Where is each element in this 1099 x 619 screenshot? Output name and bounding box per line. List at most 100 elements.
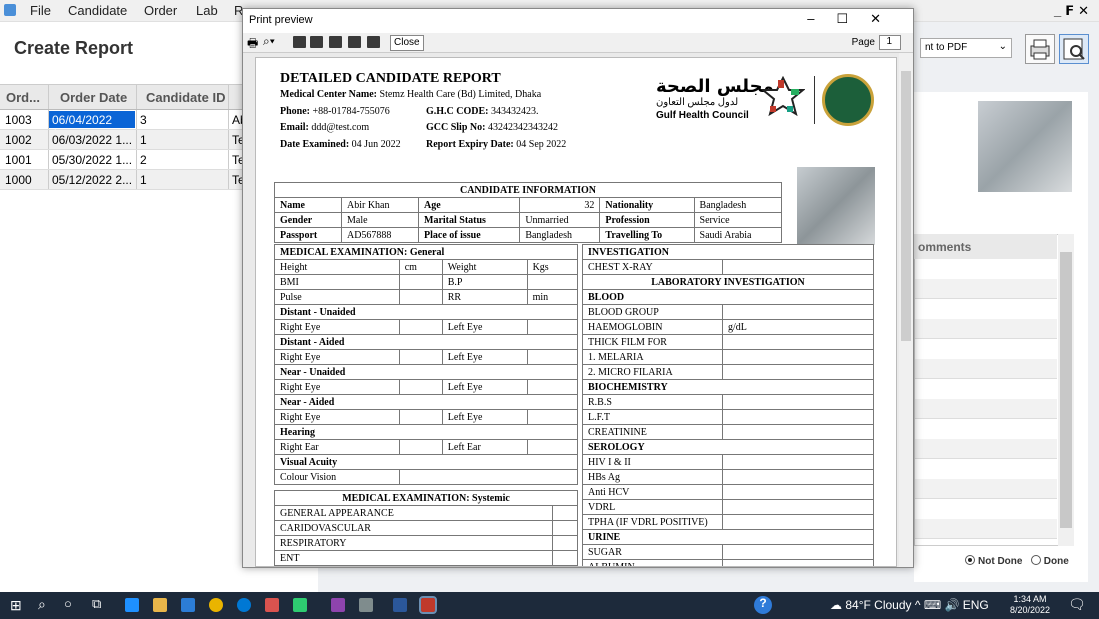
zoom-icon[interactable]: ⌕▾ [263, 34, 275, 49]
cell: URINE [582, 529, 874, 545]
cell: Age [417, 197, 521, 213]
taskbar: ⊞ ⌕ ○ ⧉ ? ☁ 84°F Cloudy ^ ⌨ 🔊 ENG 1:34 A… [0, 592, 1099, 619]
cell: SUGAR [582, 544, 723, 560]
cell [398, 469, 579, 485]
cell: Pulse [274, 289, 400, 305]
cell: CREATININE [582, 424, 723, 440]
cell [722, 364, 874, 380]
cortana-icon[interactable]: ○ [64, 596, 72, 611]
col-candidate-id[interactable]: Candidate ID [146, 90, 225, 105]
cell [526, 349, 579, 365]
status-radio-group: Not Done Done [965, 555, 1069, 567]
report-title: DETAILED CANDIDATE REPORT [280, 71, 501, 86]
four-pages-icon[interactable] [348, 36, 361, 48]
center-value: Stemz Health Care (Bd) Limited, Dhaka [379, 89, 542, 100]
cell [722, 499, 874, 515]
cell: Right Eye [274, 319, 400, 335]
cell: cm [398, 259, 443, 275]
cell: BIOCHEMISTRY [582, 379, 874, 395]
menu-candidate[interactable]: Candidate [68, 3, 127, 18]
comments-scrollbar[interactable] [1058, 234, 1074, 546]
cell: HAEMOGLOBIN [582, 319, 723, 335]
chrome-icon[interactable] [209, 598, 223, 612]
app-icon[interactable] [293, 598, 307, 612]
close-button[interactable]: Close [390, 35, 424, 51]
cell [722, 349, 874, 365]
notification-icon[interactable]: 🗨 [1068, 596, 1086, 613]
cell: RR [441, 289, 528, 305]
time: 1:34 AM [1013, 594, 1047, 604]
help-icon[interactable]: ? [754, 596, 772, 614]
col-order-date[interactable]: Order Date [60, 90, 127, 105]
report-app-icon[interactable] [419, 596, 437, 614]
systemic-exam-table: MEDICAL EXAMINATION: Systemic GENERAL APP… [273, 490, 578, 566]
menu-file[interactable]: File [30, 3, 51, 18]
radio-not-done[interactable]: Not Done [965, 555, 1022, 567]
language: ENG [962, 598, 989, 612]
cell: Left Eye [441, 409, 528, 425]
page-label: Page [851, 37, 875, 48]
ghc-value: 343432423. [491, 106, 539, 117]
cell: THICK FILM FOR [582, 334, 723, 350]
mail-icon[interactable] [181, 598, 195, 612]
list-item[interactable] [915, 319, 1057, 339]
comments-header[interactable]: omments [914, 234, 1057, 259]
six-pages-icon[interactable] [367, 36, 380, 48]
cell: 1 [140, 133, 147, 147]
page-number-input[interactable]: 1 [879, 35, 901, 50]
cell [722, 334, 874, 350]
cell: Bangladesh [519, 227, 601, 243]
candidate-info-table: CANDIDATE INFORMATION Name Abir Khan Age 3… [274, 182, 783, 243]
app-icon[interactable] [265, 598, 279, 612]
weather-widget[interactable]: ☁ 84°F Cloudy ^ ⌨ 🔊 ENG [830, 598, 989, 612]
dialog-window-controls[interactable]: –☐✕ [807, 11, 903, 27]
cell: CHEST X-RAY [582, 259, 723, 275]
cell: R.B.S [582, 394, 723, 410]
cell [398, 289, 443, 305]
list-item[interactable] [915, 519, 1057, 539]
date-value: 04 Jun 2022 [351, 139, 401, 150]
windows-start-icon[interactable]: ⊞ [10, 597, 22, 614]
cell [526, 379, 579, 395]
cell: Bangladesh [693, 197, 783, 213]
app-icon[interactable] [359, 598, 373, 612]
window-controls[interactable]: _𝗙✕ [1054, 3, 1093, 19]
app-icon [4, 4, 16, 16]
menu-lab[interactable]: Lab [196, 3, 218, 18]
list-item[interactable] [915, 279, 1057, 299]
print-icon[interactable]: 🖶 [247, 34, 258, 55]
cell: B.P [441, 274, 528, 290]
clock[interactable]: 1:34 AM 8/20/2022 [1010, 594, 1050, 616]
cell: Left Ear [441, 439, 528, 455]
word-icon[interactable] [393, 598, 407, 612]
one-page-icon[interactable] [293, 36, 306, 48]
app-icon[interactable] [237, 598, 251, 612]
cell: Place of issue [417, 227, 521, 243]
list-item[interactable] [915, 359, 1057, 379]
menu-order[interactable]: Order [144, 3, 177, 18]
cell [526, 409, 579, 425]
list-item[interactable] [915, 399, 1057, 419]
three-pages-icon[interactable] [329, 36, 342, 48]
cell: VDRL [582, 499, 723, 515]
col-order[interactable]: Ord... [6, 90, 40, 105]
date-label: Date Examined: [280, 139, 350, 150]
scrollbar-thumb[interactable] [901, 71, 911, 341]
logo-arabic: مجلس الصحة [656, 76, 774, 97]
cell: RESPIRATORY [273, 535, 554, 551]
print-preview-button[interactable] [1059, 34, 1089, 64]
cell: Colour Vision [274, 469, 400, 485]
search-icon[interactable]: ⌕ [38, 596, 46, 613]
visual-studio-icon[interactable] [331, 598, 345, 612]
task-view-icon[interactable]: ⧉ [92, 596, 101, 612]
file-explorer-icon[interactable] [153, 598, 167, 612]
cell [722, 304, 874, 320]
list-item[interactable] [915, 479, 1057, 499]
printer-select[interactable]: nt to PDF ⌄ [920, 38, 1012, 58]
edge-icon[interactable] [125, 598, 139, 612]
list-item[interactable] [915, 439, 1057, 459]
radio-done[interactable]: Done [1030, 555, 1069, 567]
cell: 1001 [5, 153, 32, 167]
two-pages-icon[interactable] [310, 36, 323, 48]
print-button[interactable] [1025, 34, 1055, 64]
